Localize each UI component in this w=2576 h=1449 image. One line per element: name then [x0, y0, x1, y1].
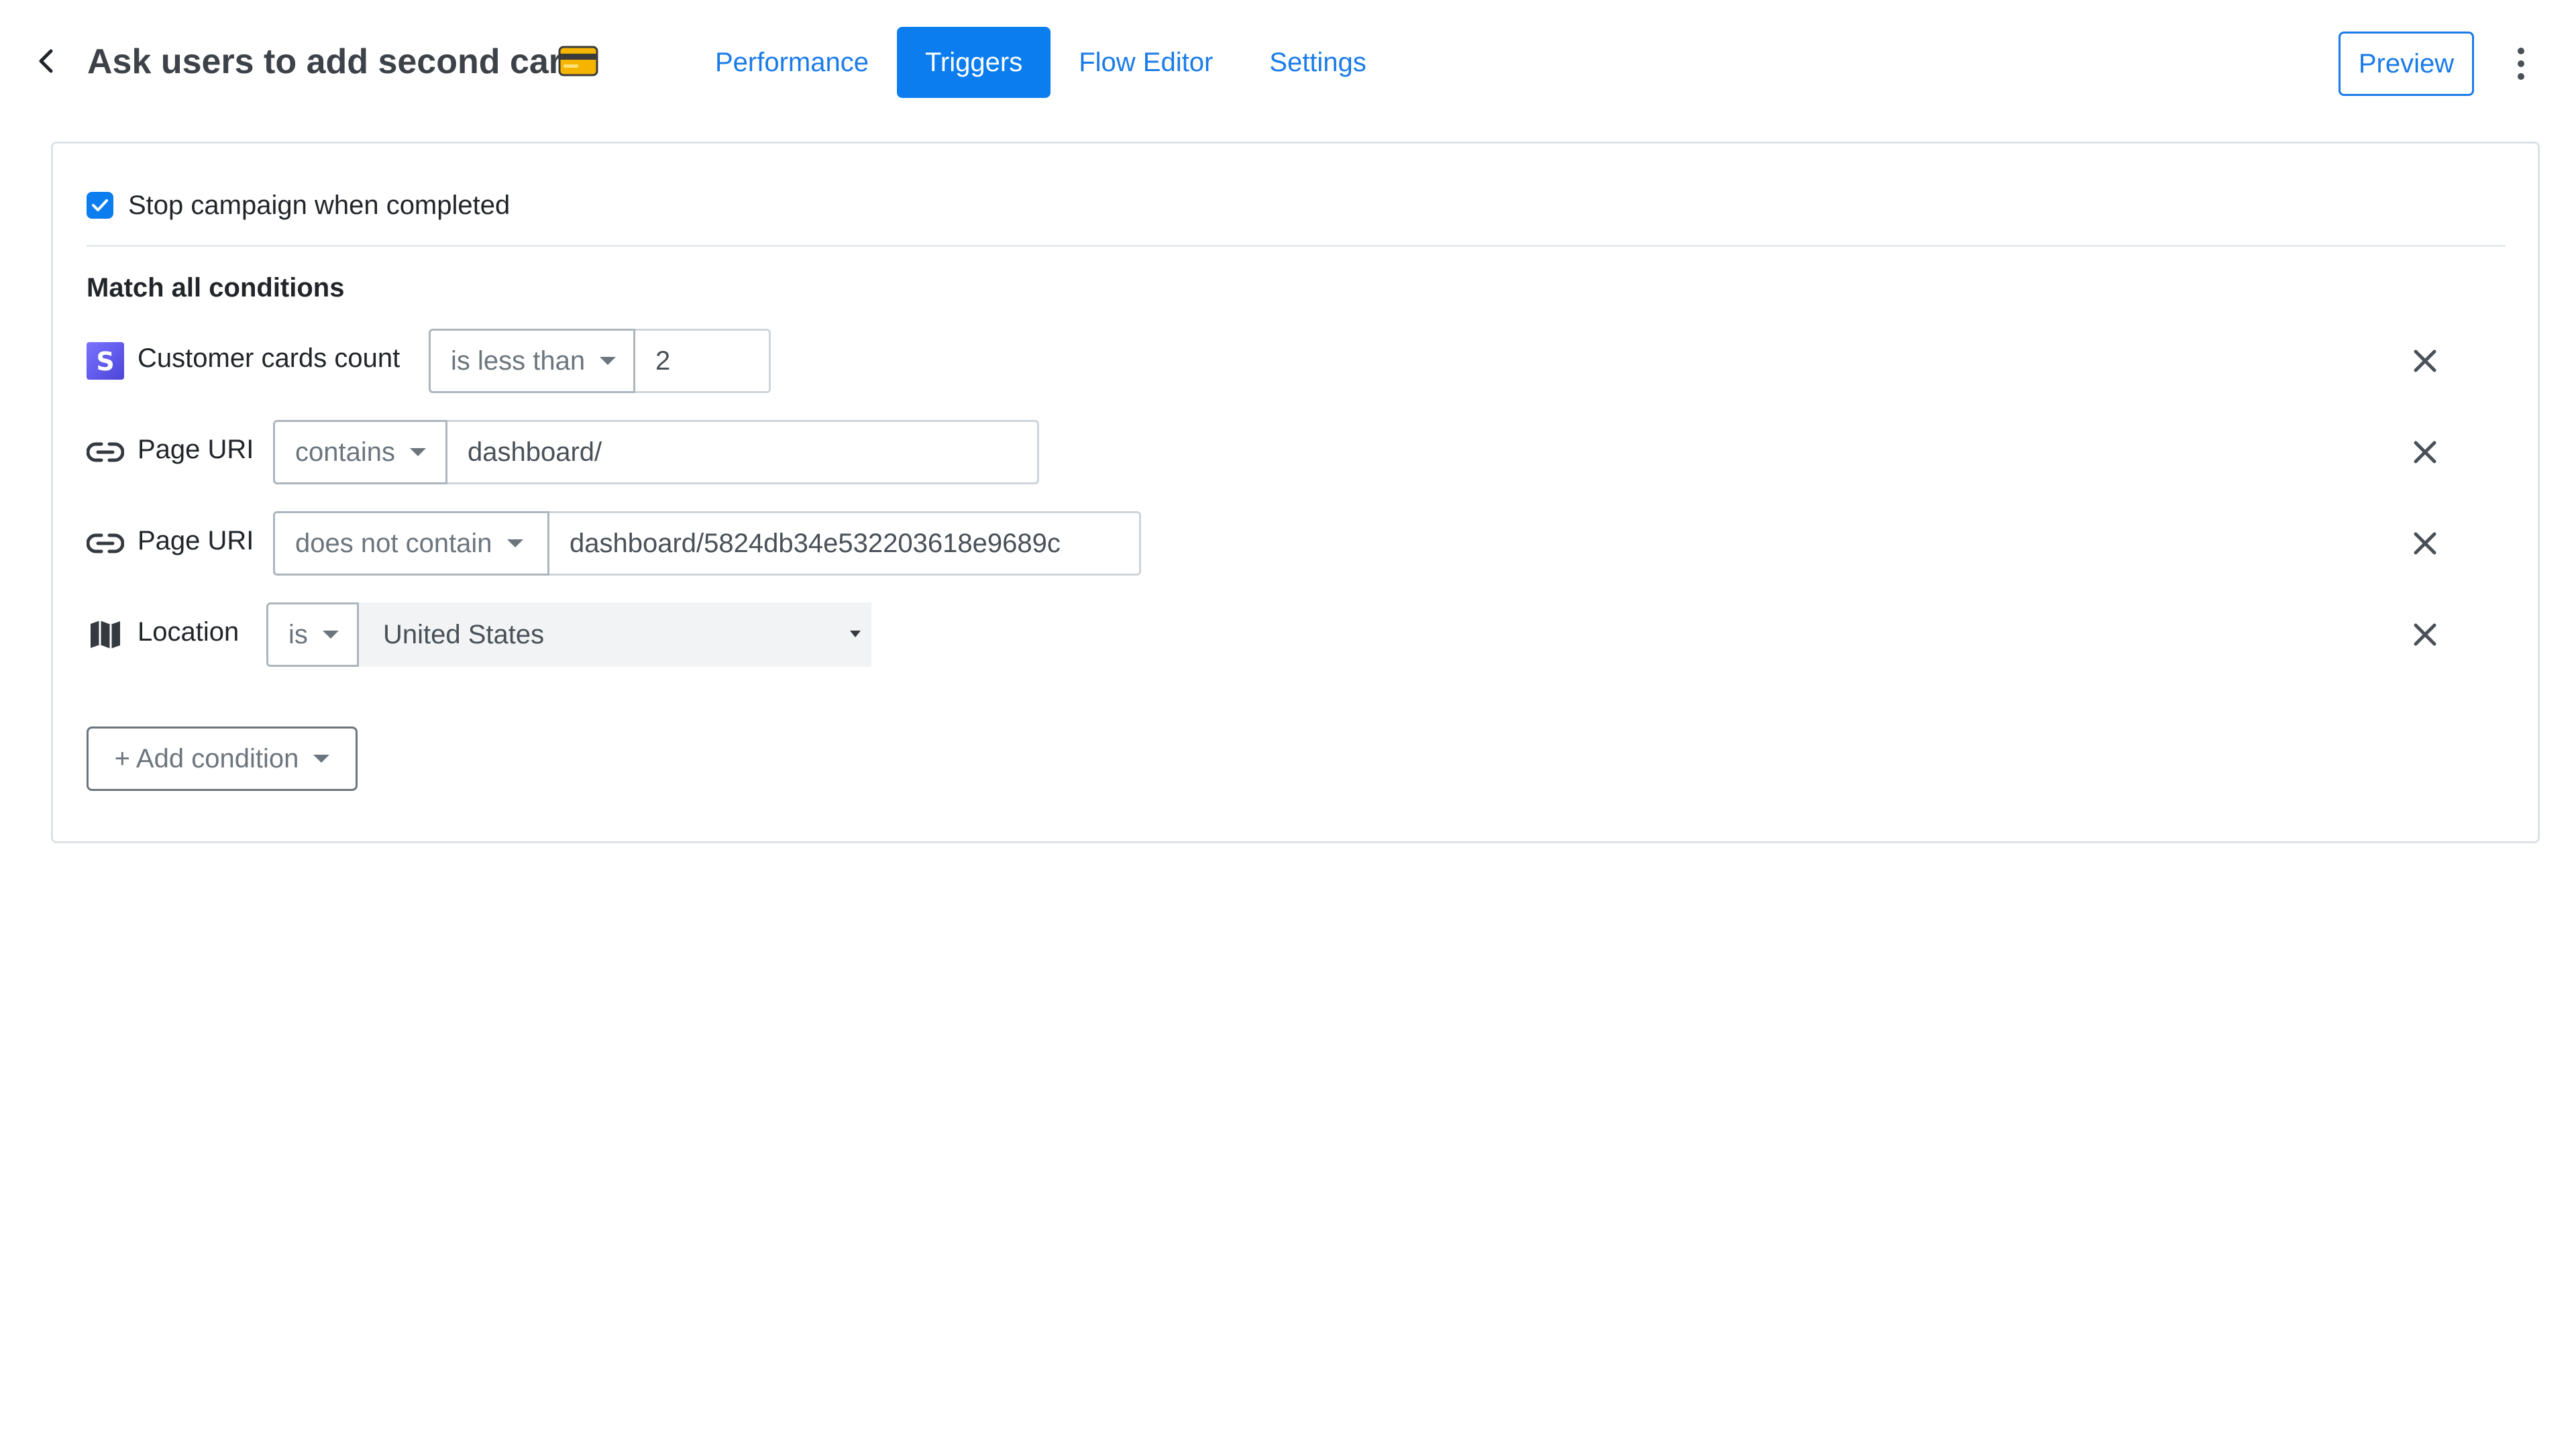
svg-text:S: S: [96, 347, 114, 376]
close-icon: [2414, 532, 2436, 555]
preview-button[interactable]: Preview: [2339, 32, 2474, 96]
stop-campaign-label: Stop campaign when completed: [128, 190, 511, 220]
condition-row: Page URI contains dashboard/: [87, 420, 2506, 484]
condition-field-label: Page URI: [138, 435, 254, 464]
tab-triggers[interactable]: Triggers: [896, 27, 1051, 98]
back-button[interactable]: [31, 44, 60, 78]
match-conditions-label: Match all conditions: [87, 273, 345, 303]
caret-down-icon: [850, 631, 861, 637]
caret-down-icon: [322, 631, 339, 639]
remove-condition-button[interactable]: [2406, 342, 2444, 380]
operator-select[interactable]: is: [266, 602, 359, 667]
kebab-menu-icon[interactable]: [2508, 40, 2534, 87]
remove-condition-button[interactable]: [2406, 616, 2444, 653]
tab-settings[interactable]: Settings: [1241, 27, 1395, 98]
stop-campaign-row[interactable]: Stop campaign when completed: [87, 185, 510, 225]
location-value: United States: [383, 619, 545, 649]
add-condition-button[interactable]: + Add condition: [87, 727, 358, 791]
kebab-dot: [2518, 48, 2524, 54]
close-icon: [2414, 350, 2436, 372]
condition-row: Location is United States: [87, 602, 2506, 667]
stripe-icon: S: [87, 342, 124, 380]
operator-value: is less than: [451, 345, 586, 376]
triggers-panel: Stop campaign when completed Match all c…: [51, 142, 2540, 843]
credit-card-icon: [558, 46, 598, 76]
stop-campaign-checkbox[interactable]: [87, 192, 113, 219]
page-title: Ask users to add second card: [87, 42, 584, 81]
operator-select[interactable]: is less than: [429, 329, 635, 393]
condition-value-input[interactable]: 2: [635, 329, 771, 393]
divider: [87, 245, 2506, 247]
condition-field-label: Customer cards count: [138, 343, 400, 373]
top-bar: Ask users to add second card Performance…: [0, 0, 2576, 127]
add-condition-label: + Add condition: [114, 743, 299, 773]
remove-condition-button[interactable]: [2406, 433, 2444, 471]
condition-row: S Customer cards count is less than 2: [87, 329, 2506, 393]
kebab-dot: [2518, 73, 2524, 80]
operator-select[interactable]: contains: [273, 420, 447, 484]
kebab-dot: [2518, 60, 2524, 67]
close-icon: [2414, 441, 2436, 464]
condition-field-label: Page URI: [138, 526, 254, 555]
condition-value-input[interactable]: dashboard/5824db34e532203618e9689c: [549, 511, 1141, 576]
remove-condition-button[interactable]: [2406, 525, 2444, 562]
link-icon: [87, 433, 124, 471]
operator-value: contains: [295, 437, 395, 467]
condition-field-label: Location: [138, 617, 239, 647]
close-icon: [2414, 623, 2436, 646]
operator-value: is: [288, 619, 308, 649]
operator-value: does not contain: [295, 528, 492, 558]
tab-flow-editor[interactable]: Flow Editor: [1051, 27, 1241, 98]
location-select[interactable]: United States: [359, 602, 871, 667]
operator-select[interactable]: does not contain: [273, 511, 549, 576]
chevron-left-icon: [39, 49, 53, 73]
tab-performance[interactable]: Performance: [687, 27, 897, 98]
tab-bar: Performance Triggers Flow Editor Setting…: [687, 27, 1395, 98]
condition-value-input[interactable]: dashboard/: [447, 420, 1039, 484]
condition-row: Page URI does not contain dashboard/5824…: [87, 511, 2506, 576]
map-icon: [87, 616, 124, 653]
caret-down-icon: [409, 448, 426, 456]
link-icon: [87, 525, 124, 562]
check-icon: [92, 199, 108, 211]
caret-down-icon: [313, 755, 330, 763]
caret-down-icon: [600, 357, 616, 365]
caret-down-icon: [506, 539, 523, 547]
